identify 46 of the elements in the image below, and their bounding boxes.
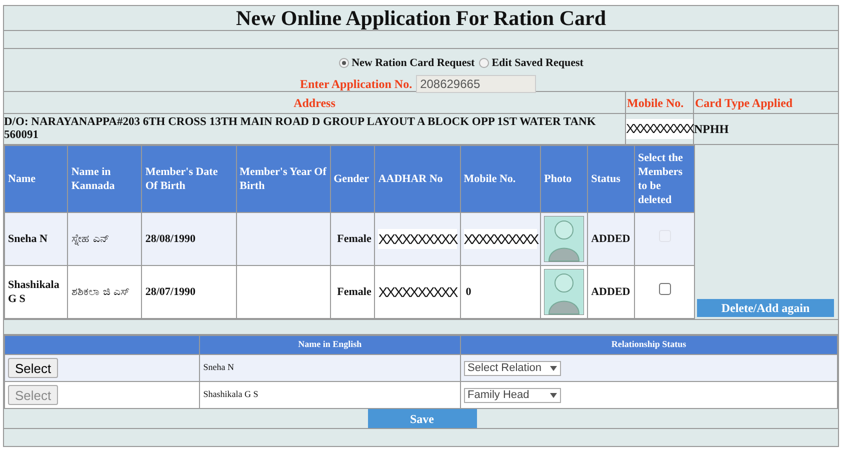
column-header: Member's Year Of Birth <box>240 166 326 192</box>
card-type-text: NPHH <box>694 121 729 138</box>
column-header: Name <box>8 173 36 185</box>
mobile-number-text: XXXXXXXXXX <box>464 229 538 249</box>
gender-text: Female <box>337 286 372 298</box>
column-header: Card Type Applied <box>695 94 793 112</box>
relation-dropdown[interactable]: Select Relation <box>464 360 561 376</box>
aadhar-number-text: XXXXXXXXXX <box>378 229 457 249</box>
member-name: Sneha N <box>8 233 48 245</box>
column-header: Gender <box>334 173 370 185</box>
column-header: Name in Kannada <box>71 166 115 192</box>
page-title: New Online Application For Ration Card <box>236 8 606 28</box>
date-of-birth: 28/07/1990 <box>145 286 196 298</box>
photo-placeholder-icon <box>544 269 584 315</box>
radio-option[interactable]: New Ration Card Request <box>338 55 475 72</box>
status-text: ADDED <box>591 286 630 298</box>
field-label: Enter Application No. <box>300 76 412 92</box>
mobile-number-text: XXXXXXXXXX <box>626 119 693 139</box>
column-header: AADHAR No <box>378 173 443 185</box>
status-text: ADDED <box>591 232 630 245</box>
mobile-number-text: 0 <box>464 286 472 298</box>
column-header: Select the Members to be deleted <box>638 152 683 206</box>
column-header: Mobile No. <box>627 94 684 112</box>
radio-option[interactable]: Edit Saved Request <box>478 55 584 72</box>
kannada-name: ಶಶಿಕಲಾ ಜಿ ಎಸ್ <box>71 284 130 298</box>
caret-icon <box>550 392 557 398</box>
delete-checkbox[interactable] <box>658 283 670 296</box>
select-button[interactable]: Select <box>8 358 58 378</box>
column-header: Member's Date Of Birth <box>145 166 218 192</box>
member-name: Shashikala G S <box>8 279 60 305</box>
column-header: Address <box>294 94 336 112</box>
photo-placeholder-icon <box>544 216 584 262</box>
gender-text: Female <box>337 232 372 245</box>
kannada-name: ಸ್ನೇಹ ಎನ್ <box>71 232 110 245</box>
column-header: Status <box>591 173 620 185</box>
member-name: Sneha N <box>203 362 234 372</box>
column-header: Photo <box>544 173 572 185</box>
aadhar-number-text: XXXXXXXXXX <box>378 282 457 302</box>
caret-icon <box>550 366 557 370</box>
application-number-field[interactable]: 208629665 <box>416 74 536 92</box>
column-header: Name in English <box>298 339 362 350</box>
member-name: Shashikala G S <box>203 389 258 400</box>
date-of-birth: 28/08/1990 <box>145 232 196 245</box>
column-header: Mobile No. <box>464 173 516 185</box>
address-text: D/O: NARAYANAPPA#203 6TH CROSS 13TH MAIN ROAD D GROUP LAYOUT A BLOCK OPP 1ST WATER TANK 560091 <box>4 116 597 142</box>
column-header: Relationship Status <box>611 339 686 350</box>
